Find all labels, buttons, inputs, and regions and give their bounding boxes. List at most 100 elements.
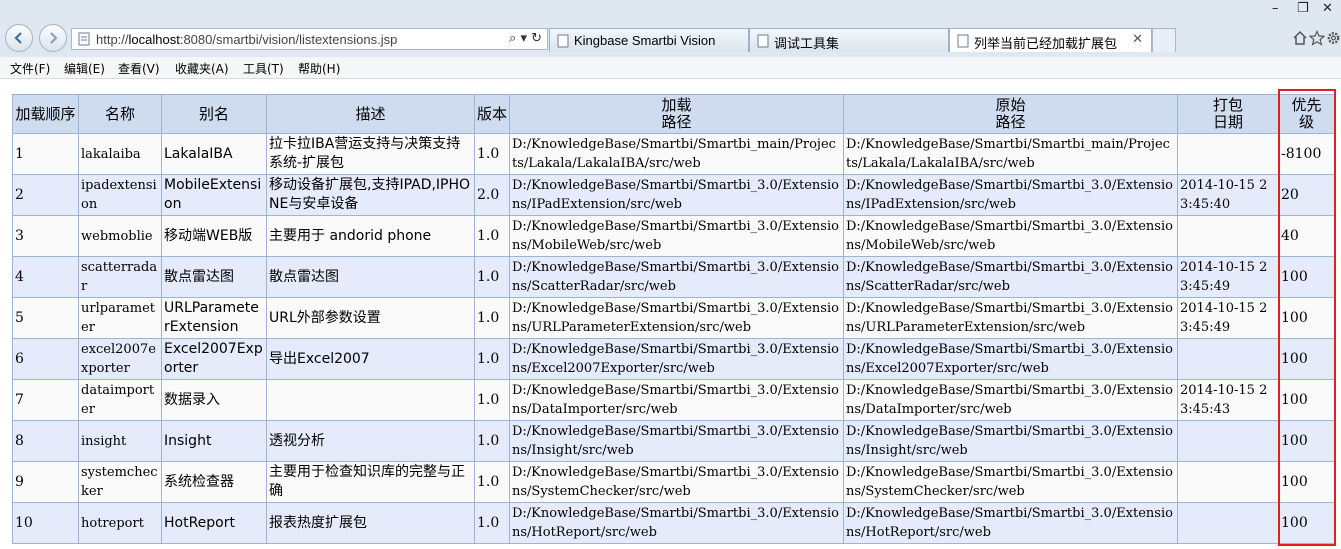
header-version: 版本 bbox=[474, 94, 510, 134]
cell-package-date: 2014-10-15 23:45:49 bbox=[1177, 256, 1279, 298]
cell-order: 4 bbox=[12, 256, 79, 298]
menu-edit[interactable]: 编辑(E) bbox=[64, 60, 105, 77]
cell-version: 1.0 bbox=[474, 256, 510, 298]
cell-priority: 100 bbox=[1278, 256, 1335, 298]
table-row: 7 dataimporter 数据录入 1.0 D:/KnowledgeBase/Sma… bbox=[12, 379, 1335, 421]
cell-original-path: D:/KnowledgeBase/Smartbi/Smartbi_3.0/Ext… bbox=[843, 379, 1178, 421]
cell-name: excel2007exporter bbox=[78, 338, 162, 380]
table-row: 6 excel2007exporter Excel2007Exporter 导出Exc… bbox=[12, 338, 1335, 380]
cell-alias: LakalaIBA bbox=[161, 133, 267, 175]
cell-order: 2 bbox=[12, 174, 79, 216]
cell-order: 10 bbox=[12, 502, 79, 544]
minimize-button[interactable]: – bbox=[1272, 1, 1279, 16]
cell-alias: Excel2007Exporter bbox=[161, 338, 267, 380]
cell-priority: 40 bbox=[1278, 215, 1335, 257]
restore-button[interactable]: ❐ bbox=[1297, 1, 1309, 16]
tab-list-extensions[interactable]: 列举当前已经加载扩展包 ✕ bbox=[949, 28, 1152, 52]
header-original-path: 原始路径 bbox=[843, 94, 1178, 134]
cell-priority: 100 bbox=[1278, 502, 1335, 544]
cell-name: dataimporter bbox=[78, 379, 162, 421]
header-alias: 别名 bbox=[161, 94, 267, 134]
cell-alias: URLParameterExtension bbox=[161, 297, 267, 339]
home-icon[interactable] bbox=[1292, 30, 1308, 46]
cell-original-path: D:/KnowledgeBase/Smartbi/Smartbi_3.0/Ext… bbox=[843, 215, 1178, 257]
cell-original-path: D:/KnowledgeBase/Smartbi/Smartbi_3.0/Ext… bbox=[843, 297, 1178, 339]
page-icon bbox=[757, 34, 769, 48]
back-button[interactable] bbox=[5, 24, 33, 52]
cell-description: 报表热度扩展包 bbox=[266, 502, 475, 544]
cell-order: 8 bbox=[12, 420, 79, 462]
cell-package-date bbox=[1177, 215, 1279, 257]
cell-package-date: 2014-10-15 23:45:43 bbox=[1177, 379, 1279, 421]
tab-kingbase[interactable]: Kingbase Smartbi Vision bbox=[549, 28, 749, 52]
cell-alias: 系统检查器 bbox=[161, 461, 267, 503]
header-priority: 优先级 bbox=[1278, 94, 1335, 134]
cell-version: 1.0 bbox=[474, 133, 510, 175]
cell-priority: 100 bbox=[1278, 297, 1335, 339]
cell-description bbox=[266, 379, 475, 421]
cell-load-path: D:/KnowledgeBase/Smartbi/Smartbi_main/Pr… bbox=[509, 133, 844, 175]
menu-favorites[interactable]: 收藏夹(A) bbox=[175, 60, 229, 77]
back-icon bbox=[14, 32, 22, 44]
cell-package-date bbox=[1177, 338, 1279, 380]
search-refresh-icon[interactable]: ⌕ ▾ ↻ bbox=[509, 31, 542, 46]
settings-gear-icon[interactable] bbox=[1326, 30, 1341, 46]
menu-view[interactable]: 查看(V) bbox=[118, 60, 160, 77]
cell-original-path: D:/KnowledgeBase/Smartbi/Smartbi_3.0/Ext… bbox=[843, 420, 1178, 462]
table-row: 4 scatterradar 散点雷达图 散点雷达图 1.0 D:/KnowledgeBa… bbox=[12, 256, 1335, 298]
url-text[interactable]: http://localhost:8080/smartbi/vision/lis… bbox=[96, 32, 397, 47]
close-window-button[interactable]: ✕ bbox=[1322, 1, 1333, 16]
menu-bar: 文件(F) 编辑(E) 查看(V) 收藏夹(A) 工具(T) 帮助(H) bbox=[0, 57, 1341, 79]
cell-priority: 20 bbox=[1278, 174, 1335, 216]
cell-version: 1.0 bbox=[474, 338, 510, 380]
cell-package-date bbox=[1177, 420, 1279, 462]
cell-priority: 100 bbox=[1278, 461, 1335, 503]
cell-load-path: D:/KnowledgeBase/Smartbi/Smartbi_3.0/Ext… bbox=[509, 420, 844, 462]
cell-alias: 数据录入 bbox=[161, 379, 267, 421]
header-load-path: 加载路径 bbox=[509, 94, 844, 134]
cell-version: 1.0 bbox=[474, 297, 510, 339]
cell-package-date bbox=[1177, 133, 1279, 175]
header-name: 名称 bbox=[78, 94, 162, 134]
tab-debug-tools[interactable]: 调试工具集 bbox=[749, 28, 949, 52]
close-tab-icon[interactable]: ✕ bbox=[1132, 32, 1143, 47]
cell-load-path: D:/KnowledgeBase/Smartbi/Smartbi_3.0/Ext… bbox=[509, 379, 844, 421]
cell-load-path: D:/KnowledgeBase/Smartbi/Smartbi_3.0/Ext… bbox=[509, 215, 844, 257]
cell-alias: 移动端WEB版 bbox=[161, 215, 267, 257]
table-row: 3 webmoblie 移动端WEB版 主要用于 andorid phone 1.0 D:… bbox=[12, 215, 1335, 257]
cell-version: 1.0 bbox=[474, 420, 510, 462]
favorites-star-icon[interactable] bbox=[1309, 30, 1325, 46]
address-bar[interactable]: http://localhost:8080/smartbi/vision/lis… bbox=[71, 28, 548, 50]
cell-description: 导出Excel2007 bbox=[266, 338, 475, 380]
cell-version: 1.0 bbox=[474, 379, 510, 421]
menu-file[interactable]: 文件(F) bbox=[10, 60, 50, 77]
cell-load-path: D:/KnowledgeBase/Smartbi/Smartbi_3.0/Ext… bbox=[509, 461, 844, 503]
tab-label: 列举当前已经加载扩展包 bbox=[974, 36, 1118, 51]
menu-help[interactable]: 帮助(H) bbox=[298, 60, 340, 77]
cell-priority: 100 bbox=[1278, 379, 1335, 421]
cell-order: 7 bbox=[12, 379, 79, 421]
cell-original-path: D:/KnowledgeBase/Smartbi/Smartbi_3.0/Ext… bbox=[843, 338, 1178, 380]
extensions-table: 加载顺序 名称 别名 描述 版本 加载路径 原始路径 打包日期 优先级 1 lak… bbox=[12, 94, 1335, 544]
cell-version: 1.0 bbox=[474, 502, 510, 544]
cell-load-path: D:/KnowledgeBase/Smartbi/Smartbi_3.0/Ext… bbox=[509, 338, 844, 380]
cell-name: insight bbox=[78, 420, 162, 462]
new-tab-button[interactable] bbox=[1152, 28, 1176, 52]
page-icon bbox=[557, 34, 569, 48]
cell-load-path: D:/KnowledgeBase/Smartbi/Smartbi_3.0/Ext… bbox=[509, 502, 844, 544]
cell-version: 2.0 bbox=[474, 174, 510, 216]
header-package-date: 打包日期 bbox=[1177, 94, 1279, 134]
forward-button[interactable] bbox=[39, 24, 67, 52]
cell-priority: -8100 bbox=[1278, 133, 1335, 175]
cell-description: 移动设备扩展包,支持IPAD,IPHONE与安卓设备 bbox=[266, 174, 475, 216]
table-row: 9 systemchecker 系统检查器 主要用于检查知识库的完整与正确 1.0 D:/… bbox=[12, 461, 1335, 503]
cell-name: urlparameter bbox=[78, 297, 162, 339]
cell-priority: 100 bbox=[1278, 338, 1335, 380]
cell-package-date bbox=[1177, 502, 1279, 544]
cell-order: 1 bbox=[12, 133, 79, 175]
table-row: 2 ipadextension MobileExtension 移动设备扩展包,支持I… bbox=[12, 174, 1335, 216]
menu-tools[interactable]: 工具(T) bbox=[243, 60, 284, 77]
cell-order: 5 bbox=[12, 297, 79, 339]
cell-name: webmoblie bbox=[78, 215, 162, 257]
cell-name: ipadextension bbox=[78, 174, 162, 216]
